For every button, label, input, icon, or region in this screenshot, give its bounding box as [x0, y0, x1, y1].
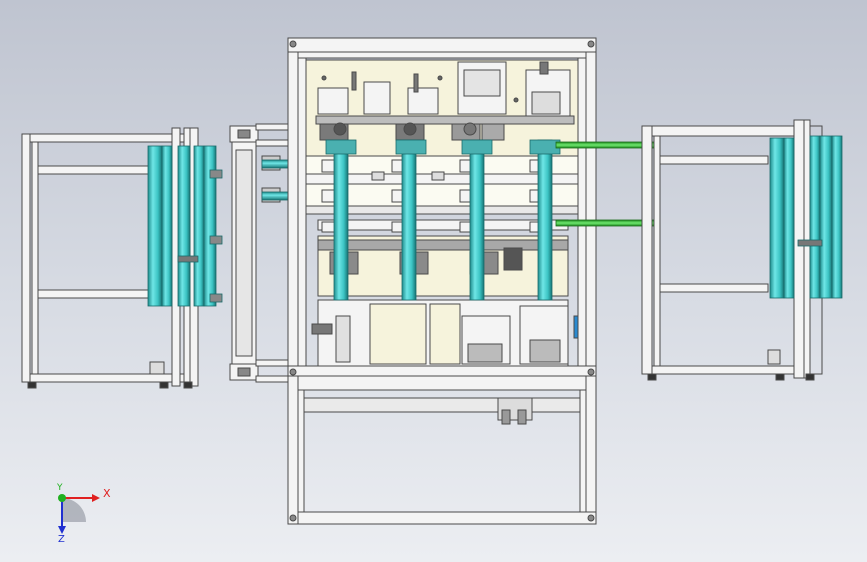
left-magazine-cylinders: [147, 145, 223, 307]
z-axis-label: Z: [58, 534, 65, 545]
z-axis-arrowhead: [58, 526, 66, 534]
right-magazine-rack: [641, 119, 823, 381]
x-axis-label: X: [103, 487, 111, 500]
cad-viewport[interactable]: X Y Z: [0, 0, 867, 562]
lower-actuator: [497, 397, 533, 425]
x-axis-arrowhead: [92, 494, 100, 502]
y-axis-label: Y: [57, 483, 63, 493]
y-axis-dot: [58, 494, 66, 502]
coordinate-triad: [58, 494, 100, 534]
cad-model-view: [21, 37, 843, 534]
